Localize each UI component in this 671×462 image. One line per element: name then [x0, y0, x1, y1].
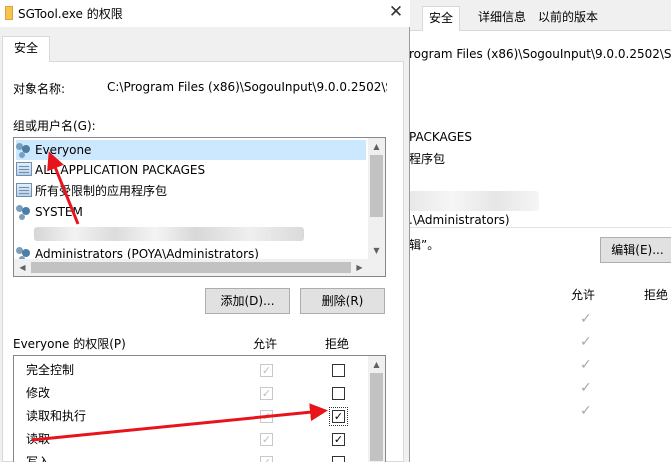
background-user-packages: PACKAGES [409, 130, 472, 144]
background-tab-strip: 安全 详细信息 以前的版本 [402, 0, 671, 32]
background-allow-check: ✓ [580, 403, 592, 419]
group-or-user-label: 组或用户名(G): [13, 119, 96, 133]
permission-list-scrollbar[interactable]: ▲ [368, 356, 385, 462]
title-bar[interactable]: SGTool.exe 的权限 ✕ [0, 0, 410, 27]
permission-name: 读取和执行 [26, 409, 87, 423]
permission-name: 完全控制 [26, 363, 75, 377]
deny-column-header: 拒绝 [325, 337, 350, 351]
user-list-horizontal-scrollbar[interactable]: ◀ ▶ [14, 259, 385, 276]
permissions-label: Everyone 的权限(P) [13, 337, 126, 351]
group-icon [16, 142, 32, 156]
user-name: 所有受限制的应用程序包 [35, 184, 168, 198]
allow-checkbox-write: ✓ [260, 456, 273, 462]
scrollbar-thumb[interactable] [31, 262, 351, 273]
permission-name: 读取 [26, 432, 51, 446]
scrollbar-thumb[interactable] [370, 373, 383, 461]
permission-list[interactable]: 完全控制 ✓ 修改 ✓ 读取和执行 ✓ ✓ 读取 ✓ ✓ 写入 ✓ ▲ [13, 355, 386, 462]
scroll-left-icon[interactable]: ◀ [14, 259, 31, 276]
background-user-administrators: .\Administrators) [409, 213, 510, 227]
package-icon [16, 183, 32, 197]
scroll-up-icon[interactable]: ▲ [368, 356, 385, 373]
object-name-value: C:\Program Files (x86)\SogouInput\9.0.0.… [107, 80, 387, 94]
add-button[interactable]: 添加(D)... [205, 288, 290, 314]
user-name: ALL APPLICATION PACKAGES [35, 163, 206, 177]
redacted-user-row [34, 227, 304, 241]
background-redacted-user [409, 191, 539, 211]
group-icon [16, 246, 32, 260]
scroll-right-icon[interactable]: ▶ [351, 259, 368, 276]
list-item-system[interactable]: SYSTEM [16, 202, 366, 222]
allow-column-header: 允许 [253, 337, 278, 351]
tab-security[interactable]: 安全 [2, 36, 50, 62]
deny-checkbox-full-control[interactable] [332, 364, 345, 377]
deny-checkbox-read-execute[interactable]: ✓ [329, 407, 348, 426]
background-allow-check: ✓ [580, 334, 592, 350]
deny-checkbox-write[interactable] [332, 456, 345, 462]
edit-button[interactable]: 编辑(E)... [600, 237, 671, 263]
user-name: Everyone [35, 143, 92, 157]
tab-previous-versions[interactable]: 以前的版本 [532, 6, 604, 31]
allow-checkbox-modify: ✓ [260, 387, 273, 400]
background-edit-hint: 辑”。 [409, 238, 440, 252]
permissions-dialog: SGTool.exe 的权限 ✕ 安全 对象名称: C:\Program Fil… [0, 0, 410, 462]
background-deny-header: 拒绝 [644, 288, 669, 302]
permission-name: 写入 [26, 455, 51, 462]
scrollbar-thumb[interactable] [370, 155, 383, 217]
background-allow-check: ✓ [580, 311, 592, 327]
group-icon [16, 204, 32, 218]
user-list-vertical-scrollbar[interactable]: ▲ ▼ [368, 138, 385, 259]
background-allow-check: ✓ [580, 380, 592, 396]
scroll-up-icon[interactable]: ▲ [368, 138, 385, 155]
object-name-label: 对象名称: [13, 82, 66, 96]
deny-checkbox-read[interactable]: ✓ [332, 433, 345, 446]
tab-security-background[interactable]: 安全 [422, 6, 461, 32]
background-object-path: rogram Files (x86)\SogouInput\9.0.0.2502… [409, 47, 671, 61]
close-button[interactable]: ✕ [382, 0, 410, 26]
background-allow-check: ✓ [580, 357, 592, 373]
package-icon [16, 162, 32, 176]
remove-button[interactable]: 删除(R) [300, 288, 385, 314]
background-security-panel: rogram Files (x86)\SogouInput\9.0.0.2502… [402, 31, 671, 462]
background-divider [403, 227, 671, 228]
list-item-everyone[interactable]: Everyone [16, 140, 366, 160]
allow-checkbox-full-control: ✓ [260, 364, 273, 377]
list-item-restricted-packages[interactable]: 所有受限制的应用程序包 [16, 181, 366, 201]
scroll-down-icon[interactable]: ▼ [368, 242, 385, 259]
allow-checkbox-read: ✓ [260, 433, 273, 446]
file-icon [5, 6, 13, 20]
allow-checkbox-read-execute: ✓ [260, 410, 273, 423]
permission-name: 修改 [26, 386, 51, 400]
deny-checkbox-modify[interactable] [332, 387, 345, 400]
tab-details[interactable]: 详细信息 [472, 6, 532, 31]
background-user-program: 程序包 [409, 152, 446, 166]
background-allow-header: 允许 [571, 288, 596, 302]
background-properties-window: 安全 详细信息 以前的版本 rogram Files (x86)\SogouIn… [402, 0, 671, 462]
user-name: SYSTEM [35, 205, 83, 219]
user-list[interactable]: Everyone ALL APPLICATION PACKAGES 所有受限制的… [13, 137, 386, 277]
list-item-all-application-packages[interactable]: ALL APPLICATION PACKAGES [16, 160, 366, 180]
window-title: SGTool.exe 的权限 [18, 7, 123, 21]
